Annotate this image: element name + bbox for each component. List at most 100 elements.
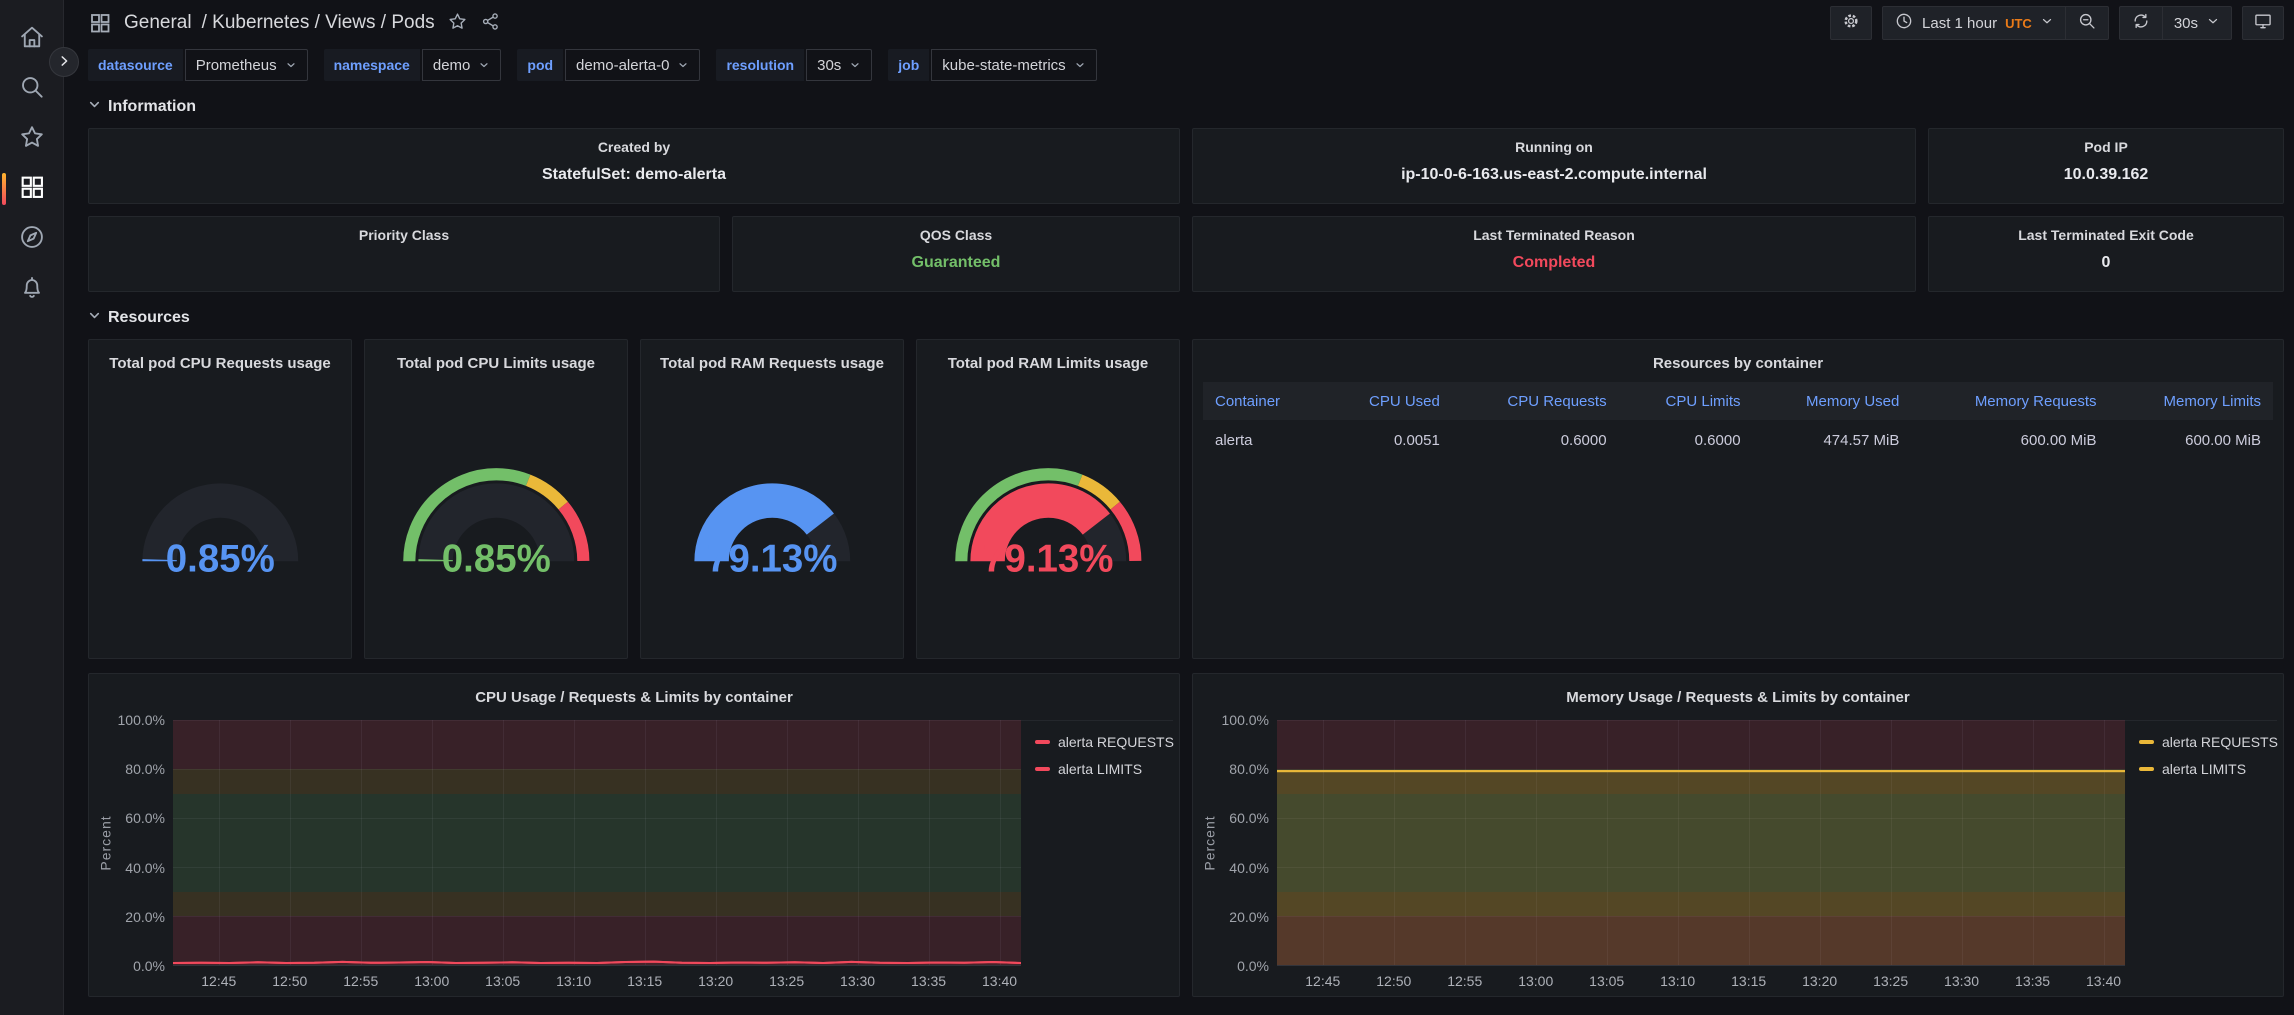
section-information[interactable]: Information	[88, 93, 2284, 121]
share-icon	[480, 11, 501, 35]
y-tick-label: 40.0%	[125, 860, 165, 876]
apps-icon	[18, 173, 46, 206]
panel-running-on: Running on ip-10-0-6-163.us-east-2.compu…	[1192, 128, 1916, 204]
x-tick-label: 13:40	[2086, 973, 2121, 989]
time-range-label: Last 1 hour	[1922, 15, 1997, 32]
breadcrumb[interactable]: General / Kubernetes / Views / Pods	[124, 12, 435, 34]
panel-title: Created by	[598, 139, 670, 155]
breadcrumb-path[interactable]: / Kubernetes / Views / Pods	[202, 12, 435, 34]
timezone-label: UTC	[2005, 16, 2032, 31]
panel-created-by: Created by StatefulSet: demo-alerta	[88, 128, 1180, 204]
variable-job: job kube-state-metrics	[888, 49, 1096, 81]
stat-value: 10.0.39.162	[2064, 166, 2149, 184]
y-tick-label: 60.0%	[1229, 810, 1269, 826]
variable-value-dropdown[interactable]: Prometheus	[185, 49, 308, 81]
tv-mode-button[interactable]	[2242, 6, 2284, 40]
panel-title: Last Terminated Exit Code	[2018, 227, 2194, 243]
variable-value-dropdown[interactable]: kube-state-metrics	[931, 49, 1096, 81]
y-axis-label: Percent	[1202, 815, 1218, 870]
panel-title: Priority Class	[359, 227, 449, 243]
chevron-right-icon	[57, 54, 71, 71]
dashboard-settings-button[interactable]	[1830, 6, 1872, 40]
series-svg	[173, 720, 1021, 965]
x-tick-label: 13:40	[982, 973, 1017, 989]
search-icon	[18, 73, 46, 106]
table-cell: 474.57 MiB	[1753, 420, 1912, 460]
main-area: General / Kubernetes / Views / Pods	[64, 0, 2294, 1015]
x-tick-label: 12:50	[1376, 973, 1411, 989]
zoom-out-button[interactable]	[2065, 7, 2108, 39]
legend-item[interactable]: alerta REQUESTS	[2139, 734, 2277, 750]
sidebar-item-dashboards[interactable]	[0, 164, 64, 214]
chevron-down-icon	[478, 59, 490, 71]
time-picker-group: Last 1 hour UTC	[1882, 6, 2109, 40]
sidebar-item-explore[interactable]	[0, 214, 64, 264]
resources-table: ContainerCPU UsedCPU RequestsCPU LimitsM…	[1203, 382, 2273, 460]
template-variables: datasource Prometheus namespace demo pod…	[88, 49, 2284, 81]
compass-icon	[18, 223, 46, 256]
gauge-svg: 0.85%	[109, 456, 332, 579]
stat-value: StatefulSet: demo-alerta	[542, 166, 726, 184]
refresh-group: 30s	[2119, 6, 2232, 40]
legend-item[interactable]: alerta LIMITS	[2139, 761, 2277, 777]
chart-legend: alerta REQUESTS alerta LIMITS	[2125, 720, 2277, 777]
panel-title: Total pod CPU Requests usage	[89, 348, 351, 378]
table-column-header[interactable]: Container	[1203, 382, 1323, 420]
chevron-down-icon	[2206, 14, 2220, 32]
table-column-header[interactable]: CPU Limits	[1619, 382, 1753, 420]
legend-label: alerta LIMITS	[1058, 761, 1142, 777]
variable-pod: pod demo-alerta-0	[517, 49, 700, 81]
x-tick-label: 13:00	[414, 973, 449, 989]
svg-text:0.85%: 0.85%	[166, 538, 275, 580]
table-column-header[interactable]: CPU Used	[1323, 382, 1451, 420]
sidebar	[0, 0, 64, 1015]
plot-area[interactable]	[1277, 720, 2125, 966]
chevron-down-icon	[677, 59, 689, 71]
table-column-header[interactable]: Memory Limits	[2109, 382, 2273, 420]
sidebar-item-alerting[interactable]	[0, 264, 64, 314]
variable-value-dropdown[interactable]: demo	[422, 49, 502, 81]
chevron-down-icon	[88, 309, 101, 327]
panel-gauge-cpu-requests: Total pod CPU Requests usage 0.85%	[88, 339, 352, 659]
refresh-button[interactable]	[2120, 7, 2162, 39]
table-column-header[interactable]: Memory Used	[1753, 382, 1912, 420]
y-tick-label: 0.0%	[1237, 958, 1269, 974]
plot-area[interactable]	[173, 720, 1021, 966]
x-axis-ticks: 12:4512:5012:5513:0013:0513:1013:1513:20…	[173, 966, 1021, 992]
refresh-interval-dropdown[interactable]: 30s	[2162, 7, 2231, 39]
legend-item[interactable]: alerta REQUESTS	[1035, 734, 1173, 750]
stat-value: ip-10-0-6-163.us-east-2.compute.internal	[1401, 166, 1707, 184]
legend-item[interactable]: alerta LIMITS	[1035, 761, 1173, 777]
variable-label: job	[888, 49, 929, 81]
y-tick-label: 40.0%	[1229, 860, 1269, 876]
x-tick-label: 13:25	[769, 973, 804, 989]
time-range-picker[interactable]: Last 1 hour UTC	[1883, 7, 2065, 39]
variable-value-dropdown[interactable]: 30s	[806, 49, 872, 81]
table-row: alerta0.00510.60000.6000474.57 MiB600.00…	[1203, 420, 2273, 460]
y-axis-ticks: 0.0%20.0%40.0%60.0%80.0%100.0%	[1221, 720, 1277, 966]
variable-value-dropdown[interactable]: demo-alerta-0	[565, 49, 700, 81]
chevron-down-icon	[2040, 14, 2054, 32]
variable-label: resolution	[716, 49, 804, 81]
variable-label: datasource	[88, 49, 183, 81]
y-axis-label: Percent	[98, 815, 114, 870]
charts-row: CPU Usage / Requests & Limits by contain…	[88, 673, 2284, 997]
panel-last-terminated-exit-code: Last Terminated Exit Code 0	[1928, 216, 2284, 292]
svg-text:79.13%: 79.13%	[983, 538, 1113, 580]
panel-title: Resources by container	[1203, 348, 2273, 378]
dashboard-star-button[interactable]	[447, 11, 468, 35]
x-tick-label: 12:45	[201, 973, 236, 989]
sidebar-expand-button[interactable]	[49, 47, 79, 77]
share-dashboard-button[interactable]	[480, 11, 501, 35]
section-resources[interactable]: Resources	[88, 304, 2284, 332]
breadcrumb-folder[interactable]: General	[124, 12, 192, 34]
sidebar-item-starred[interactable]	[0, 114, 64, 164]
star-icon	[18, 123, 46, 156]
table-column-header[interactable]: Memory Requests	[1911, 382, 2108, 420]
table-column-header[interactable]: CPU Requests	[1452, 382, 1619, 420]
y-tick-label: 20.0%	[125, 909, 165, 925]
x-tick-label: 13:10	[556, 973, 591, 989]
legend-swatch	[2139, 740, 2154, 744]
legend-swatch	[1035, 740, 1050, 744]
legend-label: alerta REQUESTS	[2162, 734, 2278, 750]
